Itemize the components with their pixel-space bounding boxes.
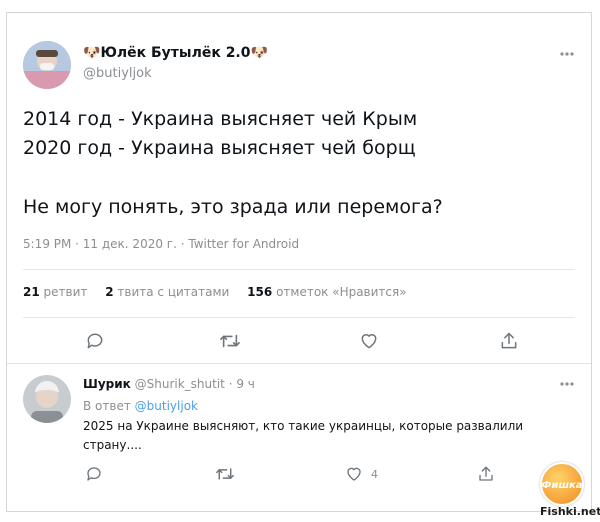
dog-emoji-icon: 🐶 bbox=[83, 45, 101, 61]
reply-text-line-2: страну.... bbox=[83, 438, 142, 452]
likes-count: 156 bbox=[247, 285, 273, 299]
likes-stat[interactable]: 156 отметок «Нравится» bbox=[247, 285, 406, 299]
retweet-icon[interactable] bbox=[219, 331, 241, 351]
author-avatar[interactable] bbox=[23, 41, 71, 89]
retweets-count: 21 bbox=[23, 285, 40, 299]
reply-author-avatar[interactable] bbox=[23, 375, 71, 423]
reply-reply-icon[interactable] bbox=[85, 465, 103, 483]
screenshot-frame: 🐶Юлёк Бутылёк 2.0🐶 @butiyljok 2014 год -… bbox=[6, 12, 592, 512]
divider bbox=[23, 269, 575, 270]
tweet-text-line-1: 2014 год - Украина выясняет чей Крым bbox=[23, 108, 418, 130]
like-icon[interactable] bbox=[359, 331, 379, 351]
stats-row: 21 ретвит 2 твита с цитатами 156 отметок… bbox=[23, 285, 407, 299]
avatar-photo bbox=[23, 41, 71, 89]
author-name: Юлёк Бутылёк 2.0 bbox=[100, 45, 251, 61]
fishki-logo-text: Фишка bbox=[542, 480, 582, 491]
reply-icon[interactable] bbox=[85, 331, 105, 351]
reply-avatar-photo bbox=[23, 375, 71, 423]
divider bbox=[7, 363, 591, 364]
replying-to-handle[interactable]: @butiyljok bbox=[135, 399, 198, 413]
replying-to: В ответ @butiyljok bbox=[83, 399, 198, 413]
more-options-icon[interactable] bbox=[559, 51, 575, 57]
share-icon[interactable] bbox=[499, 331, 519, 351]
reply-more-options-icon[interactable] bbox=[559, 381, 575, 387]
reply-author-handle[interactable]: @Shurik_shutit bbox=[135, 377, 225, 391]
quotes-label: твита с цитатами bbox=[117, 285, 230, 299]
author-handle[interactable]: @butiyljok bbox=[83, 66, 152, 81]
dog-emoji-icon: 🐶 bbox=[250, 45, 268, 61]
retweets-label: ретвит bbox=[43, 285, 88, 299]
reply-author-name[interactable]: Шурик bbox=[83, 377, 131, 391]
replying-to-prefix: В ответ bbox=[83, 399, 131, 413]
likes-label: отметок «Нравится» bbox=[276, 285, 407, 299]
author-name-row[interactable]: 🐶Юлёк Бутылёк 2.0🐶 bbox=[83, 45, 268, 61]
tweet-text-line-2: 2020 год - Украина выясняет чей борщ bbox=[23, 137, 416, 159]
reply-time[interactable]: · 9 ч bbox=[229, 377, 255, 391]
fishki-site-label: Fishki.net bbox=[540, 505, 600, 518]
reply-like-icon[interactable] bbox=[345, 465, 363, 483]
tweet-text-line-3: Не могу понять, это зрада или перемога? bbox=[23, 196, 443, 218]
reply-retweet-icon[interactable] bbox=[215, 465, 235, 483]
fishki-logo-badge: Фишка bbox=[540, 462, 584, 506]
quotes-count: 2 bbox=[105, 285, 114, 299]
reply-like-count: 4 bbox=[371, 468, 378, 481]
reply-header: Шурик @Shurik_shutit · 9 ч bbox=[83, 377, 255, 391]
divider bbox=[23, 317, 575, 318]
reply-text-line-1: 2025 на Украине выясняют, кто такие укра… bbox=[83, 419, 524, 433]
retweets-stat[interactable]: 21 ретвит bbox=[23, 285, 91, 299]
reply-share-icon[interactable] bbox=[477, 465, 495, 483]
quotes-stat[interactable]: 2 твита с цитатами bbox=[105, 285, 233, 299]
tweet-meta[interactable]: 5:19 PM · 11 дек. 2020 г. · Twitter for … bbox=[23, 237, 299, 251]
